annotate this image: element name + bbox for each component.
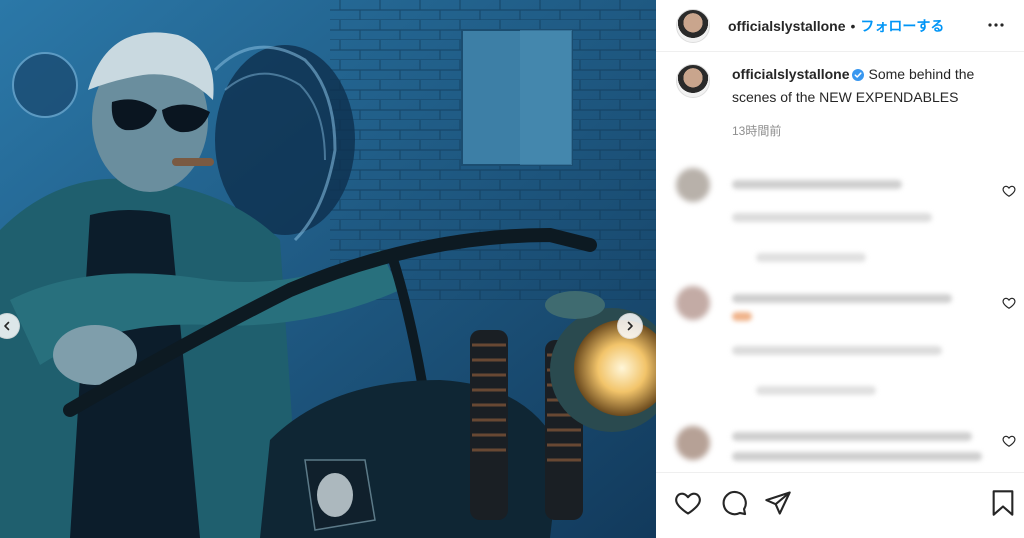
- comment-icon: [722, 490, 747, 516]
- send-icon: [765, 491, 791, 515]
- follow-button[interactable]: フォローする: [860, 16, 944, 36]
- comments-list: [656, 160, 1024, 472]
- comment-avatar: [676, 286, 710, 320]
- more-options-icon: [988, 23, 1004, 27]
- more-options-button[interactable]: [984, 13, 1008, 42]
- verified-badge-icon: [852, 66, 865, 87]
- caption-username[interactable]: officialslystallone: [732, 66, 849, 82]
- caption-avatar[interactable]: [676, 64, 710, 98]
- header-separator: •: [850, 17, 856, 34]
- carousel-next-button[interactable]: [617, 313, 643, 339]
- post-actions-bar: [656, 472, 1024, 538]
- post-side-panel: officialslystallone • フォローする officialsly…: [656, 0, 1024, 538]
- comment-text-blurred: [732, 452, 982, 461]
- comment-avatar: [676, 426, 710, 460]
- comment-like-button[interactable]: [1002, 296, 1016, 315]
- heart-icon: [1002, 297, 1016, 309]
- chevron-left-icon: [4, 321, 10, 331]
- comment-meta-blurred: [732, 346, 942, 355]
- heart-icon: [675, 492, 701, 515]
- heart-icon: [1002, 435, 1016, 447]
- header-username[interactable]: officialslystallone: [728, 18, 845, 34]
- like-button[interactable]: [674, 489, 702, 522]
- comment-text-blurred: [732, 294, 952, 303]
- comment-like-button[interactable]: [1002, 434, 1016, 453]
- caption-text-block: officialslystallone Some behind the scene…: [732, 64, 1016, 108]
- post-header: officialslystallone • フォローする: [656, 0, 1024, 52]
- comment-emoji-blurred: [732, 312, 752, 321]
- comment-replies-blurred: [756, 253, 866, 262]
- comment-text-blurred: [732, 432, 972, 441]
- comment-replies-blurred: [756, 386, 876, 395]
- comment-meta-blurred: [732, 213, 932, 222]
- comment-button[interactable]: [720, 489, 748, 522]
- chevron-right-icon: [627, 321, 633, 331]
- bookmark-icon: [992, 490, 1014, 516]
- avatar[interactable]: [676, 8, 710, 43]
- post-timestamp[interactable]: 13時間前: [732, 122, 781, 139]
- save-button[interactable]: [990, 489, 1016, 522]
- photo-scene: [0, 0, 656, 538]
- share-button[interactable]: [764, 489, 792, 522]
- post-caption: officialslystallone Some behind the scene…: [676, 64, 1016, 138]
- comment-like-button[interactable]: [1002, 184, 1016, 203]
- heart-icon: [1002, 185, 1016, 197]
- comment-text-blurred: [732, 180, 902, 189]
- comment-avatar: [676, 168, 710, 202]
- post-photo[interactable]: [0, 0, 656, 538]
